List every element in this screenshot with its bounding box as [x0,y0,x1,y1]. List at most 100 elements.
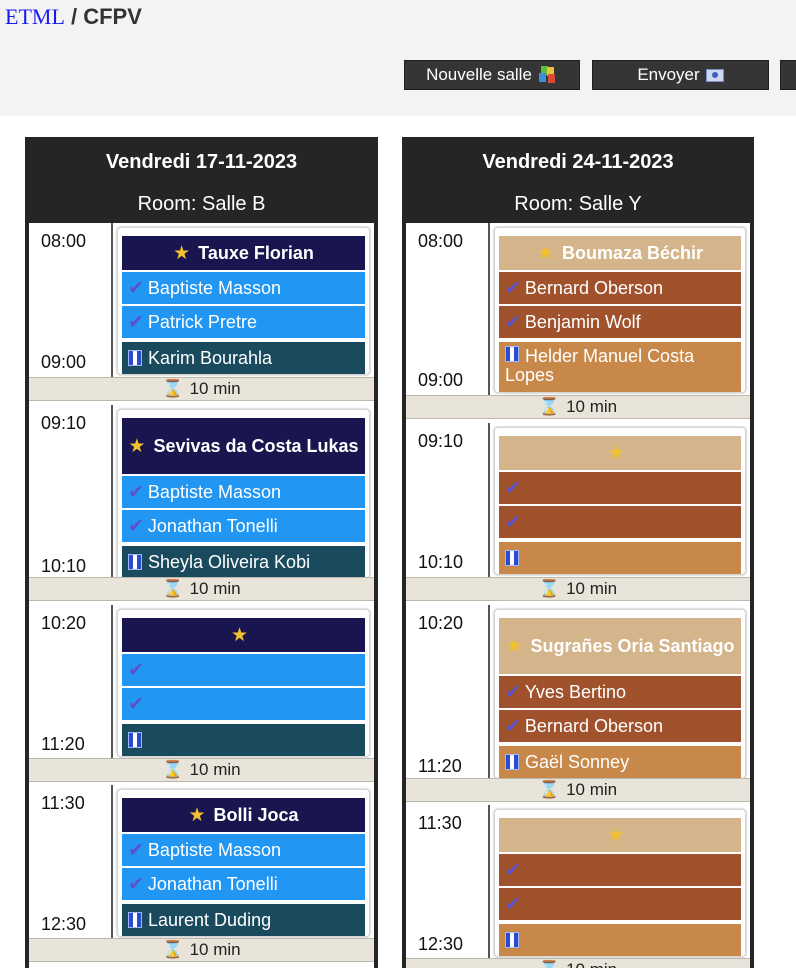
project-lead-row[interactable] [499,924,741,956]
pause-duration: 10 min [566,579,618,598]
student-name: Tauxe Florian [198,242,314,263]
expert-row[interactable]: ✔ Baptiste Masson [122,476,365,508]
star-icon: ★ [128,435,146,457]
breadcrumb: ETML / CFPV [5,4,142,30]
expert-row[interactable]: ✔ Bernard Oberson [499,710,741,742]
slot-start-time: 08:00 [418,231,464,251]
expert-row[interactable]: ✔ Baptiste Masson [122,272,365,304]
checkmark-icon: ✔ [128,311,144,333]
expert-name: Baptiste Masson [147,481,281,502]
project-lead-row[interactable]: Sheyla Oliveira Kobi [122,546,365,578]
expert-name: Baptiste Masson [147,839,281,860]
checkmark-icon: ✔ [505,715,521,737]
student-row[interactable]: ★ [499,436,741,470]
slot-time-column: 09:10 10:10 [29,405,113,581]
project-lead-name: Sheyla Oliveira Kobi [148,551,311,572]
project-lead-row[interactable] [122,724,365,756]
project-lead-row[interactable]: Laurent Duding [122,904,365,936]
expert-name: Bernard Oberson [524,277,663,298]
hourglass-icon: ⌛ [162,760,184,779]
pause-duration: 10 min [189,579,241,598]
expert-row[interactable]: ✔ [499,472,741,504]
project-lead-row[interactable] [499,542,741,574]
slot-start-time: 11:30 [418,813,462,833]
hourglass-icon: ⌛ [162,940,184,959]
expert-row[interactable]: ✔ [499,888,741,920]
pause-duration: 10 min [566,780,618,799]
checkmark-icon: ✔ [128,839,144,861]
project-lead-row[interactable]: Helder Manuel Costa Lopes [499,342,741,392]
exam-card[interactable]: ★ ✔ ✔ [494,427,746,575]
new-room-button[interactable]: Nouvelle salle [404,60,580,90]
checkmark-icon: ✔ [505,859,521,881]
expert-row[interactable]: ✔ Bernard Oberson [499,272,741,304]
slot-start-time: 08:00 [41,231,87,251]
student-row[interactable]: ★ Boumaza Béchir [499,236,741,270]
expert-row[interactable]: ✔ [122,654,365,686]
day-schedule: 08:00 09:00 ★ Boumaza Béchir ✔ Bernard Oberso… [406,223,750,968]
boss-icon [128,554,142,570]
expert-row[interactable]: ✔ [499,854,741,886]
student-row[interactable]: ★ Sugrañes Oria Santiago [499,618,741,674]
pause-bar: ⌛ 10 min [406,577,750,601]
exam-card[interactable]: ★ ✔ ✔ [494,809,746,957]
expert-row[interactable]: ✔ Patrick Pretre [122,306,365,338]
exam-card[interactable]: ★ ✔ ✔ [117,609,370,757]
slot-start-time: 09:10 [418,431,464,451]
student-row[interactable]: ★ Sevivas da Costa Lukas [122,418,365,474]
time-slot: 11:30 12:30 ★ ✔ ✔ [406,805,750,959]
expert-name: Jonathan Tonelli [147,873,278,894]
expert-row[interactable]: ✔ Baptiste Masson [122,834,365,866]
project-lead-name: Laurent Duding [148,909,272,930]
time-slot: 08:00 09:00 ★ Boumaza Béchir ✔ Bernard Oberso… [406,223,750,395]
mail-icon [705,68,724,82]
exam-card[interactable]: ★ Tauxe Florian ✔ Baptiste Masson ✔ Patrick P… [117,227,370,375]
pause-bar: ⌛ 10 min [29,377,374,401]
slot-end-time: 10:10 [418,552,464,572]
expert-row[interactable]: ✔ Benjamin Wolf [499,306,741,338]
star-icon: ★ [505,635,523,657]
checkmark-icon: ✔ [128,693,144,715]
project-lead-name: Karim Bourahla [148,347,273,368]
star-icon: ★ [230,624,249,646]
student-row[interactable]: ★ Tauxe Florian [122,236,365,270]
pause-duration: 10 min [189,379,241,398]
expert-row[interactable]: ✔ Yves Bertino [499,676,741,708]
new-room-button-label: Nouvelle salle [426,65,532,84]
exam-card[interactable]: ★ Bolli Joca ✔ Baptiste Masson ✔ Jonathan Ton… [117,789,370,937]
day-title: Vendredi 17-11-2023 [105,151,298,173]
breadcrumb-etml-link[interactable]: ETML [5,4,65,29]
expert-row[interactable]: ✔ Jonathan Tonelli [122,510,365,542]
slot-end-time: 10:10 [41,556,87,576]
slot-time-column: 10:20 11:20 [406,605,490,781]
pause-duration: 10 min [189,760,241,779]
slot-start-time: 09:10 [41,413,87,433]
pause-duration: 10 min [189,940,241,959]
project-lead-row[interactable]: Gaël Sonney [499,746,741,778]
exam-card[interactable]: ★ Sevivas da Costa Lukas ✔ Baptiste Masson ✔… [117,409,370,579]
time-slot: 11:30 12:30 ★ Bolli Joca ✔ Baptiste Masson ✔ Jo… [29,785,374,939]
pause-bar: ⌛ 10 min [406,958,750,968]
pause-bar: ⌛ 10 min [29,758,374,782]
star-icon: ★ [173,242,191,264]
exam-card[interactable]: ★ Boumaza Béchir ✔ Bernard Oberson ✔ Benjamin… [494,227,746,393]
expert-row[interactable]: ✔ [499,506,741,538]
exam-card[interactable]: ★ Sugrañes Oria Santiago ✔ Yves Bertino ✔ Ber… [494,609,746,779]
slot-end-time: 11:20 [418,756,462,776]
student-row[interactable]: ★ Bolli Joca [122,798,365,832]
slot-start-time: 10:20 [41,613,87,633]
expert-row[interactable]: ✔ [122,688,365,720]
project-lead-row[interactable]: Karim Bourahla [122,342,365,374]
breadcrumb-cfpv: CFPV [83,4,142,29]
send-button[interactable]: Envoyer [592,60,769,90]
slot-time-column: 10:20 11:20 [29,605,113,759]
checkmark-icon: ✔ [128,515,144,537]
expert-row[interactable]: ✔ Jonathan Tonelli [122,868,365,900]
hourglass-icon: ⌛ [162,379,184,398]
checkmark-icon: ✔ [505,893,521,915]
student-row[interactable]: ★ [499,818,741,852]
checkmark-icon: ✔ [128,481,144,503]
pause-bar: ⌛ 10 min [29,577,374,601]
more-button[interactable] [780,60,796,90]
student-row[interactable]: ★ [122,618,365,652]
